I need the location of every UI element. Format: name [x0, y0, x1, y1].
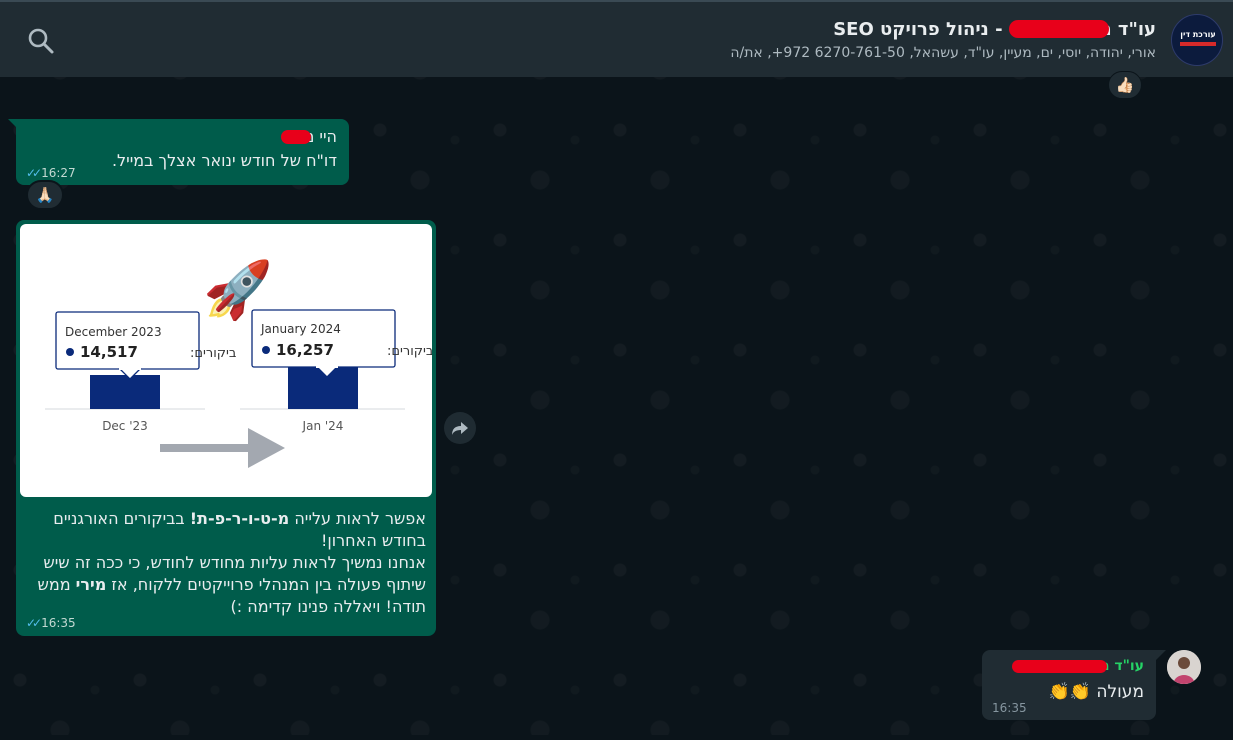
tooltip-dec-label: ביקורים: — [190, 346, 236, 361]
message-2-text-bold1: מ-ט-ו-ר-פ-ת! — [189, 509, 290, 528]
visits-chart: December 2023 14,517 ביקורים: January 20… — [45, 258, 432, 468]
sender-avatar[interactable] — [1167, 650, 1201, 684]
group-title[interactable]: עו"ד מ - ניהול פרויקט SEO — [833, 17, 1156, 41]
message-2-text: אפשר לראות עלייה מ-ט-ו-ר-פ-ת! בביקורים ה… — [26, 508, 426, 618]
message-3-text: מעולה 👏👏 — [1049, 682, 1144, 702]
message-2-text-bold2: מירי — [75, 575, 107, 594]
tooltip-jan-month: January 2024 — [260, 322, 341, 336]
group-participants: אורי, יהודה, יוסי, ים, מעיין, עו"ד, עשהא… — [730, 45, 1156, 61]
group-title-suffix: - ניהול פרויקט SEO — [833, 18, 1003, 40]
double-check-icon: ✓✓ — [26, 616, 42, 630]
x-tick-jan-24: Jan '24 — [302, 419, 344, 433]
message-2-meta: ✓✓ 16:35 — [26, 616, 76, 630]
message-2-text-part1: אפשר לראות עלייה — [289, 509, 426, 528]
tooltip-jan-24: January 2024 16,257 ביקורים: — [251, 309, 432, 378]
message-2-time: 16:35 — [41, 616, 76, 630]
group-avatar-bar — [1180, 42, 1216, 46]
message-bubble-3[interactable]: עו"ד מ מעולה 👏👏 16:35 — [982, 650, 1156, 720]
message-3-text-word: מעולה — [1096, 682, 1144, 702]
message-1-text: דו"ח של חודש ינואר אצלך במייל. — [111, 151, 337, 170]
reaction-thumbs-up[interactable]: 👍🏻 — [1108, 71, 1142, 99]
chart-image[interactable]: December 2023 14,517 ביקורים: January 20… — [20, 224, 432, 497]
bottom-strip — [0, 735, 1233, 740]
message-3-sender[interactable]: עו"ד מ — [1012, 658, 1144, 674]
tooltip-dec-month: December 2023 — [65, 325, 162, 339]
legend-dot — [66, 348, 74, 356]
legend-dot — [262, 346, 270, 354]
redaction-mark — [1008, 20, 1109, 38]
reaction-pray[interactable]: 🙏🏻 — [26, 180, 64, 210]
bar-dec-23 — [90, 375, 160, 409]
redaction-mark — [1012, 659, 1108, 673]
message-bubble-2[interactable]: December 2023 14,517 ביקורים: January 20… — [16, 220, 436, 636]
tooltip-jan-value: 16,257 — [276, 341, 334, 359]
double-check-icon: ✓✓ — [26, 166, 42, 180]
tooltip-dec-value: 14,517 — [80, 343, 138, 361]
bubble-tail — [1156, 650, 1166, 660]
rocket-icon: 🚀 — [203, 258, 273, 323]
tooltip-jan-label: ביקורים: — [387, 344, 432, 359]
message-1-greeting: היי מ — [281, 127, 337, 146]
arrow-right-icon — [160, 428, 285, 468]
chat-header[interactable]: עו"ד מ - ניהול פרויקט SEO אורי, יהודה, י… — [0, 0, 1233, 77]
message-bubble-1[interactable]: היי מ דו"ח של חודש ינואר אצלך במייל. ✓✓ … — [16, 119, 349, 185]
message-1-meta: ✓✓ 16:27 — [26, 166, 76, 180]
search-icon[interactable] — [26, 26, 56, 56]
forward-icon[interactable] — [444, 412, 476, 444]
message-1-time: 16:27 — [41, 166, 76, 180]
redaction-mark — [281, 129, 312, 144]
group-avatar-text: עורכת דין — [1180, 30, 1216, 39]
x-tick-dec-23: Dec '23 — [102, 419, 148, 433]
group-avatar[interactable]: עורכת דין — [1171, 14, 1223, 66]
clapping-hands-icon: 👏👏 — [1048, 682, 1091, 702]
message-3-time: 16:35 — [992, 701, 1027, 715]
